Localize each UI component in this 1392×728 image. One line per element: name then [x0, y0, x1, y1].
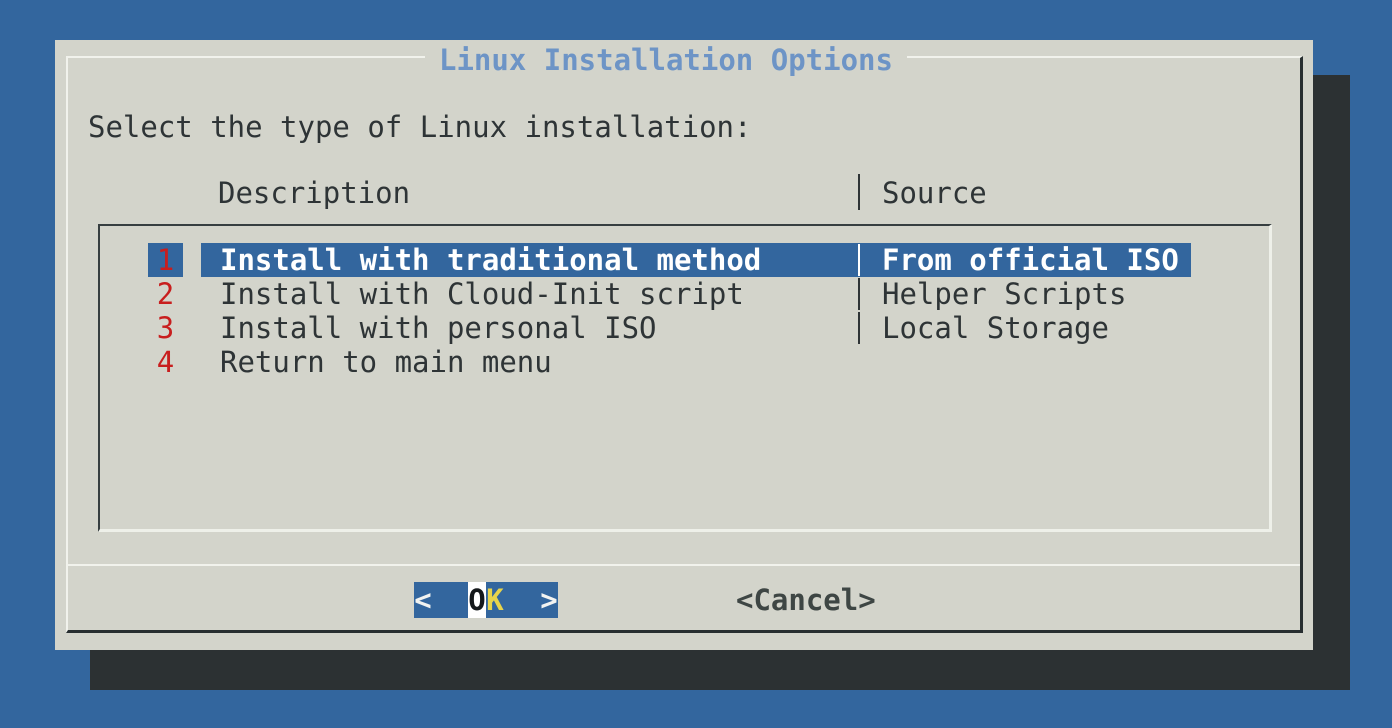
- ok-pad: [522, 582, 540, 618]
- ok-angle-right: >: [540, 582, 558, 618]
- menu-item-tag: 4: [148, 345, 183, 379]
- menu-item-description: Return to main menu: [220, 345, 552, 379]
- menu-item-source: Helper Scripts: [882, 277, 1126, 311]
- column-header-description: Description: [218, 176, 410, 210]
- row-divider-line: [858, 244, 860, 276]
- row-divider-line: [858, 278, 860, 310]
- ok-button[interactable]: < O K >: [414, 582, 558, 618]
- menu-item-description: Install with Cloud-Init script: [220, 277, 744, 311]
- ok-pad: [432, 582, 450, 618]
- terminal-screen: { "screen": { "background_color": "#3366…: [0, 0, 1392, 728]
- dialog-title: Linux Installation Options: [425, 43, 907, 77]
- menu-item-install-traditional[interactable]: 1 Install with traditional method From o…: [55, 243, 1313, 277]
- dialog-message: Select the type of Linux installation:: [88, 110, 751, 144]
- menu-item-tag: 1: [148, 243, 183, 277]
- cancel-button[interactable]: <Cancel>: [736, 582, 876, 618]
- menu-item-tag: 2: [148, 277, 183, 311]
- button-area-divider: [68, 564, 1300, 566]
- ok-cursor-char: O: [468, 582, 486, 618]
- column-divider-line: [858, 174, 860, 210]
- menu-item-install-personal-iso[interactable]: 3 Install with personal ISO Local Storag…: [55, 311, 1313, 345]
- ok-pad: [504, 582, 522, 618]
- menu-item-source: From official ISO: [882, 243, 1179, 277]
- menu-item-install-cloud-init[interactable]: 2 Install with Cloud-Init script Helper …: [55, 277, 1313, 311]
- menu-item-return-main-menu[interactable]: 4 Return to main menu: [55, 345, 1313, 379]
- menu-item-description: Install with traditional method: [220, 243, 761, 277]
- ok-pad: [450, 582, 468, 618]
- row-divider-line: [858, 312, 860, 344]
- menu-item-tag: 3: [148, 311, 183, 345]
- ok-angle-left: <: [414, 582, 432, 618]
- column-header-source: Source: [882, 176, 987, 210]
- ok-hotkey-char: K: [486, 582, 504, 618]
- menu-item-source: Local Storage: [882, 311, 1109, 345]
- dialog-linux-installation-options: Linux Installation Options Select the ty…: [55, 40, 1313, 650]
- menu-item-description: Install with personal ISO: [220, 311, 657, 345]
